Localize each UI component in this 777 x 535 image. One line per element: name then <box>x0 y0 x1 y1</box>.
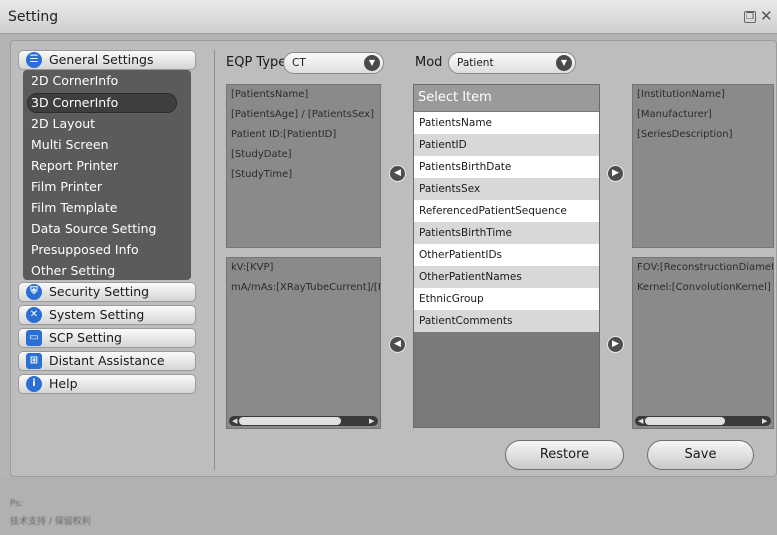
sub-item-2d-cornerinfo[interactable]: 2D CornerInfo <box>31 70 118 91</box>
restore-button[interactable]: Restore <box>505 440 624 470</box>
move-left-button[interactable]: ◀ <box>389 165 406 182</box>
list-item[interactable]: OtherPatientIDs <box>414 244 599 266</box>
category-label: Security Setting <box>49 284 150 299</box>
list-item[interactable]: PatientsName <box>414 112 599 134</box>
sidebar: ☰ General Settings 2D CornerInfo 3D Corn… <box>18 46 196 404</box>
move-right-button[interactable]: ▶ <box>607 165 624 182</box>
field-entry[interactable]: mA/mAs:[XRayTubeCurrent]/[E <box>231 278 380 298</box>
bottom-left-field-panel[interactable]: kV:[KVP] mA/mAs:[XRayTubeCurrent]/[E ◀ ▶ <box>226 257 381 429</box>
category-label: System Setting <box>49 307 145 322</box>
category-system-setting[interactable]: ✕ System Setting <box>18 305 196 325</box>
sub-item-2d-layout[interactable]: 2D Layout <box>31 113 95 134</box>
field-entry[interactable]: kV:[KVP] <box>231 258 273 278</box>
chevron-left-icon: ◀ <box>394 339 401 349</box>
scroll-thumb[interactable] <box>239 417 341 425</box>
list-item[interactable]: ReferencedPatientSequence <box>414 200 599 222</box>
category-help[interactable]: i Help <box>18 374 196 394</box>
sub-item-film-template[interactable]: Film Template <box>31 197 117 218</box>
bottom-right-field-panel[interactable]: FOV:[ReconstructionDiamet Kernel:[Convol… <box>632 257 774 429</box>
mod-value: Patient <box>457 57 494 69</box>
scroll-left-icon[interactable]: ◀ <box>638 417 644 425</box>
network-icon: ⊞ <box>26 353 42 369</box>
field-entry[interactable]: [PatientsName] <box>231 85 308 105</box>
chevron-right-icon: ▶ <box>612 168 619 178</box>
mod-dropdown[interactable]: Patient ▼ <box>448 52 576 74</box>
list-item[interactable]: OtherPatientNames <box>414 266 599 288</box>
list-item[interactable]: EthnicGroup <box>414 288 599 310</box>
divider <box>214 50 215 470</box>
title-bar <box>0 0 777 34</box>
eqp-type-dropdown[interactable]: CT ▼ <box>283 52 384 74</box>
category-scp-setting[interactable]: ▭ SCP Setting <box>18 328 196 348</box>
footer <box>0 478 777 535</box>
field-entry[interactable]: [SeriesDescription] <box>637 125 733 145</box>
shield-icon: ⛨ <box>26 284 42 300</box>
general-settings-submenu: 2D CornerInfo 3D CornerInfo 2D Layout Mu… <box>23 70 191 280</box>
sub-item-3d-cornerinfo[interactable]: 3D CornerInfo <box>31 92 118 113</box>
list-item[interactable]: PatientsBirthDate <box>414 156 599 178</box>
monitor-icon: ▭ <box>26 330 42 346</box>
field-entry[interactable]: [Manufacturer] <box>637 105 712 125</box>
category-label: General Settings <box>49 52 154 67</box>
horizontal-scrollbar[interactable]: ◀ ▶ <box>229 416 378 426</box>
sub-item-other-setting[interactable]: Other Setting <box>31 260 115 281</box>
top-left-field-panel[interactable]: [PatientsName] [PatientsAge] / [Patients… <box>226 84 381 248</box>
top-right-field-panel[interactable]: [InstitutionName] [Manufacturer] [Series… <box>632 84 774 248</box>
field-entry[interactable]: [StudyTime] <box>231 165 292 185</box>
scroll-left-icon[interactable]: ◀ <box>232 417 238 425</box>
eqp-type-value: CT <box>292 57 306 69</box>
info-icon: i <box>26 376 42 392</box>
chevron-right-icon: ▶ <box>612 339 619 349</box>
list-item[interactable]: PatientComments <box>414 310 599 332</box>
category-distant-assistance[interactable]: ⊞ Distant Assistance <box>18 351 196 371</box>
field-entry[interactable]: FOV:[ReconstructionDiamet <box>637 258 773 278</box>
field-entry[interactable]: [PatientsAge] / [PatientsSex] <box>231 105 374 125</box>
horizontal-scrollbar[interactable]: ◀ ▶ <box>635 416 771 426</box>
list-item[interactable]: PatientsBirthTime <box>414 222 599 244</box>
scroll-right-icon[interactable]: ▶ <box>369 417 375 425</box>
sub-item-data-source-setting[interactable]: Data Source Setting <box>31 218 156 239</box>
category-label: Distant Assistance <box>49 353 165 368</box>
mod-label: Mod <box>415 55 443 70</box>
close-icon[interactable]: ✕ <box>760 8 777 25</box>
select-item-header: Select Item <box>414 85 599 111</box>
sub-item-multi-screen[interactable]: Multi Screen <box>31 134 109 155</box>
field-entry[interactable]: Patient ID:[PatientID] <box>231 125 336 145</box>
tools-icon: ✕ <box>26 307 42 323</box>
footer-note: Ps: <box>10 499 23 509</box>
eqp-type-label: EQP Type <box>226 55 287 70</box>
category-general-settings[interactable]: ☰ General Settings <box>18 50 196 70</box>
list-icon: ☰ <box>26 52 42 68</box>
list-item[interactable]: PatientsSex <box>414 178 599 200</box>
field-entry[interactable]: Kernel:[ConvolutionKernel] <box>637 278 771 298</box>
sub-item-report-printer[interactable]: Report Printer <box>31 155 118 176</box>
move-left-button[interactable]: ◀ <box>389 336 406 353</box>
footer-note: 技术支持 / 保留权利 <box>10 517 91 527</box>
save-button[interactable]: Save <box>647 440 754 470</box>
window-title: Setting <box>8 9 59 25</box>
category-label: SCP Setting <box>49 330 122 345</box>
sub-item-film-printer[interactable]: Film Printer <box>31 176 102 197</box>
select-item-list: Select Item PatientsName PatientID Patie… <box>413 84 600 428</box>
list-item[interactable]: PatientID <box>414 134 599 156</box>
chevron-down-icon: ▼ <box>556 55 572 71</box>
category-label: Help <box>49 376 78 391</box>
scroll-right-icon[interactable]: ▶ <box>762 417 768 425</box>
sub-item-presupposed-info[interactable]: Presupposed Info <box>31 239 139 260</box>
move-right-button[interactable]: ▶ <box>607 336 624 353</box>
field-entry[interactable]: [StudyDate] <box>231 145 292 165</box>
field-entry[interactable]: [InstitutionName] <box>637 85 725 105</box>
category-security-setting[interactable]: ⛨ Security Setting <box>18 282 196 302</box>
chevron-left-icon: ◀ <box>394 168 401 178</box>
restore-window-icon[interactable]: ❐ <box>744 11 756 23</box>
chevron-down-icon: ▼ <box>364 55 380 71</box>
scroll-thumb[interactable] <box>645 417 725 425</box>
